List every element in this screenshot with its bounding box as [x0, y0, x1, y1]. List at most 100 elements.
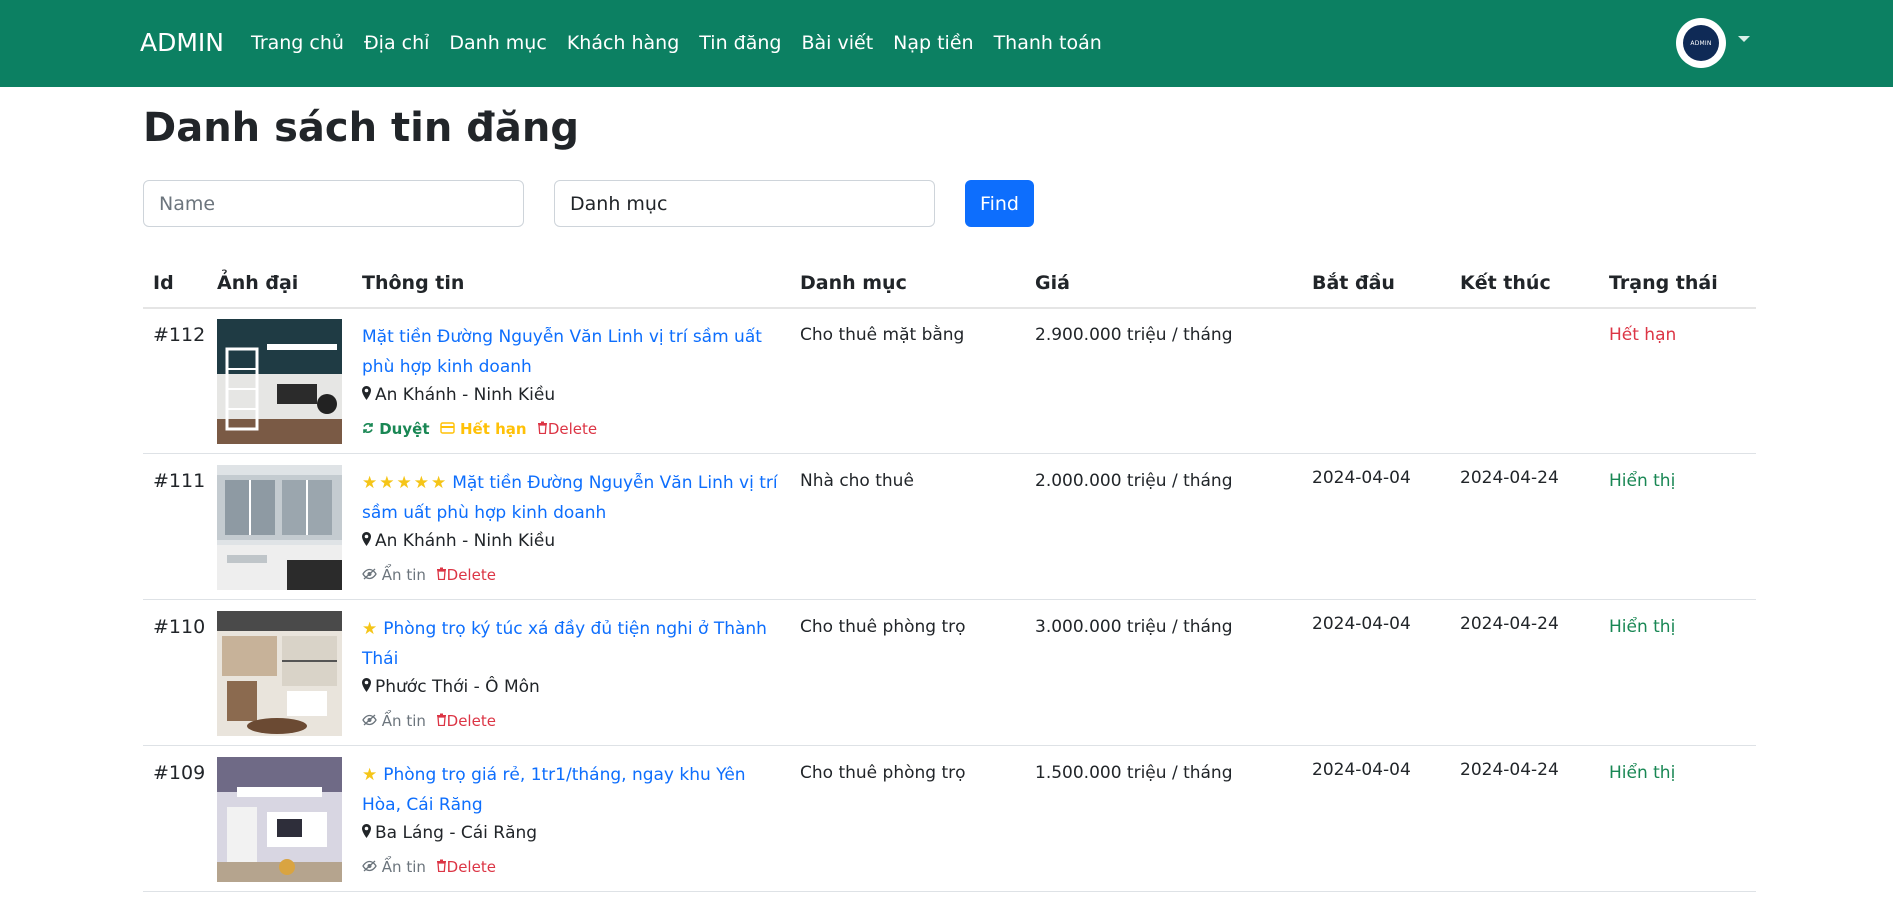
chevron-down-icon[interactable] — [1738, 36, 1750, 42]
nav-link-posts[interactable]: Bài viết — [801, 30, 873, 56]
map-marker-icon — [362, 386, 371, 400]
delete-label: Delete — [446, 858, 496, 876]
hide-button[interactable]: Ẩn tin — [362, 858, 431, 876]
delete-button[interactable]: Delete — [537, 420, 597, 438]
listing-location: An Khánh - Ninh Kiều — [362, 529, 555, 553]
user-avatar[interactable]: ADMIN — [1676, 18, 1726, 68]
approve-label: Duyệt — [379, 420, 430, 438]
header-id: Id — [153, 272, 174, 294]
map-marker-icon — [362, 532, 371, 546]
listing-thumbnail[interactable] — [217, 611, 342, 736]
category-search-input[interactable] — [554, 180, 935, 227]
expire-button[interactable]: Hết hạn — [440, 420, 532, 438]
expire-label: Hết hạn — [459, 420, 527, 438]
hide-label: Ẩn tin — [381, 858, 426, 876]
nav-link-listings[interactable]: Tin đăng — [699, 30, 781, 56]
row-status: Hiển thị — [1609, 763, 1676, 783]
row-start-date: 2024-04-04 — [1312, 468, 1411, 488]
rating-stars: ★★★★★ — [362, 473, 449, 493]
listing-title-link[interactable]: Mặt tiền Đường Nguyễn Văn Linh vị trí sầ… — [362, 322, 782, 382]
hide-label: Ẩn tin — [381, 712, 426, 730]
row-divider — [143, 891, 1756, 892]
trash-icon — [436, 713, 446, 727]
row-id: #112 — [153, 324, 206, 346]
row-end-date: 2024-04-24 — [1460, 468, 1559, 488]
header-start: Bắt đầu — [1312, 272, 1395, 294]
nav-link-category[interactable]: Danh mục — [449, 30, 546, 56]
nav-link-payment[interactable]: Thanh toán — [994, 30, 1102, 56]
eye-slash-icon — [362, 860, 377, 872]
delete-label: Delete — [446, 712, 496, 730]
hide-button[interactable]: Ẩn tin — [362, 566, 431, 584]
listing-title-link[interactable]: ★★★★★ Mặt tiền Đường Nguyễn Văn Linh vị t… — [362, 468, 782, 528]
hide-label: Ẩn tin — [381, 566, 426, 584]
listing-thumbnail[interactable] — [217, 319, 342, 444]
find-button[interactable]: Find — [965, 180, 1034, 227]
row-price: 3.000.000 triệu / tháng — [1035, 617, 1233, 637]
listing-title: Phòng trọ giá rẻ, 1tr1/tháng, ngay khu Y… — [362, 765, 746, 815]
header-end: Kết thúc — [1460, 272, 1551, 294]
location-text: An Khánh - Ninh Kiều — [375, 531, 556, 551]
listing-location: Phước Thới - Ô Môn — [362, 675, 540, 699]
header-category: Danh mục — [800, 272, 907, 294]
name-search-input[interactable] — [143, 180, 524, 227]
row-id: #111 — [153, 470, 206, 492]
table-row: #112 Mặt tiền Đường Nguyễn Văn Linh vị t… — [0, 308, 1893, 454]
delete-button[interactable]: Delete — [436, 858, 496, 876]
row-actions: Ẩn tin Delete — [362, 711, 501, 731]
row-actions: Ẩn tin Delete — [362, 565, 501, 585]
listing-location: Ba Láng - Cái Răng — [362, 821, 537, 845]
approve-button[interactable]: Duyệt — [362, 420, 435, 438]
trash-icon — [436, 859, 446, 873]
listing-title: Mặt tiền Đường Nguyễn Văn Linh vị trí sầ… — [362, 327, 762, 377]
row-category: Cho thuê mặt bằng — [800, 325, 965, 345]
eye-slash-icon — [362, 714, 377, 726]
row-end-date: 2024-04-24 — [1460, 614, 1559, 634]
row-status: Hết hạn — [1609, 325, 1677, 345]
credit-card-icon — [440, 422, 455, 434]
brand-logo[interactable]: ADMIN — [140, 27, 224, 59]
nav-link-address[interactable]: Địa chỉ — [364, 30, 429, 56]
delete-label: Delete — [547, 420, 598, 438]
nav-links: Trang chủ Địa chỉ Danh mục Khách hàng Ti… — [251, 30, 1122, 56]
eye-slash-icon — [362, 568, 377, 580]
listing-thumbnail[interactable] — [217, 465, 342, 590]
listing-title-link[interactable]: ★ Phòng trọ giá rẻ, 1tr1/tháng, ngay khu … — [362, 760, 782, 820]
row-end-date: 2024-04-24 — [1460, 760, 1559, 780]
row-start-date: 2024-04-04 — [1312, 614, 1411, 634]
row-actions: Ẩn tin Delete — [362, 857, 501, 877]
rating-stars: ★ — [362, 765, 380, 785]
header-image: Ảnh đại — [217, 272, 299, 294]
row-category: Cho thuê phòng trọ — [800, 617, 966, 637]
nav-link-topup[interactable]: Nạp tiền — [893, 30, 973, 56]
row-actions: Duyệt Hết hạn Delete — [362, 419, 602, 439]
row-status: Hiển thị — [1609, 617, 1676, 637]
nav-link-home[interactable]: Trang chủ — [251, 30, 344, 56]
row-id: #110 — [153, 616, 206, 638]
header-price: Giá — [1035, 272, 1070, 294]
header-status: Trạng thái — [1609, 272, 1718, 294]
listing-title-link[interactable]: ★ Phòng trọ ký túc xá đầy đủ tiện nghi ở … — [362, 614, 782, 674]
delete-label: Delete — [446, 566, 496, 584]
row-category: Nhà cho thuê — [800, 471, 914, 491]
hide-button[interactable]: Ẩn tin — [362, 712, 431, 730]
trash-icon — [436, 567, 446, 581]
location-text: An Khánh - Ninh Kiều — [375, 385, 556, 405]
delete-button[interactable]: Delete — [436, 566, 496, 584]
map-marker-icon — [362, 824, 371, 838]
listing-thumbnail[interactable] — [217, 757, 342, 882]
row-price: 2.900.000 triệu / tháng — [1035, 325, 1233, 345]
row-id: #109 — [153, 762, 206, 784]
row-category: Cho thuê phòng trọ — [800, 763, 966, 783]
row-status: Hiển thị — [1609, 471, 1676, 491]
table-row: #111 ★★★★★ Mặt tiền Đường Nguyễn Văn Linh… — [0, 454, 1893, 600]
delete-button[interactable]: Delete — [436, 712, 496, 730]
location-text: Phước Thới - Ô Môn — [375, 677, 540, 697]
location-text: Ba Láng - Cái Răng — [375, 823, 538, 843]
listing-title: Phòng trọ ký túc xá đầy đủ tiện nghi ở T… — [362, 619, 767, 669]
nav-link-customers[interactable]: Khách hàng — [567, 30, 679, 56]
page-title: Danh sách tin đăng — [143, 105, 579, 151]
map-marker-icon — [362, 678, 371, 692]
table-row: #109 ★ Phòng trọ giá rẻ, 1tr1/tháng, ngay… — [0, 746, 1893, 892]
table-row: #110 ★ Phòng trọ ký túc xá đầy đủ tiện ng… — [0, 600, 1893, 746]
